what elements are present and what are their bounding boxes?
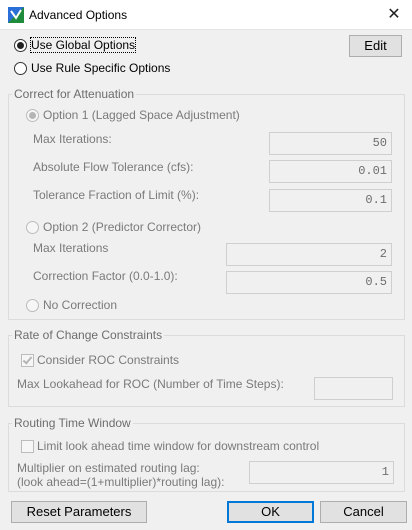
- window-title: Advanced Options: [29, 8, 128, 22]
- tolerance-fraction-label: Tolerance Fraction of Limit (%):: [33, 188, 200, 202]
- limit-lookahead-label: Limit look ahead time window for downstr…: [37, 439, 320, 453]
- max-lookahead-field[interactable]: [314, 377, 393, 400]
- option2-max-iterations-label: Max Iterations: [33, 241, 109, 255]
- flow-tolerance-field[interactable]: 0.01: [269, 160, 392, 183]
- no-correction-radio[interactable]: [26, 299, 39, 312]
- consider-roc-label: Consider ROC Constraints: [37, 353, 180, 367]
- use-rule-options-label[interactable]: Use Rule Specific Options: [31, 61, 170, 75]
- flow-tolerance-label: Absolute Flow Tolerance (cfs):: [33, 160, 194, 174]
- option2-label: Option 2 (Predictor Corrector): [43, 220, 202, 234]
- close-button[interactable]: ✕: [376, 0, 412, 30]
- no-correction-label: No Correction: [43, 298, 118, 312]
- consider-roc-checkbox[interactable]: [21, 354, 34, 367]
- use-global-options-radio[interactable]: [14, 39, 27, 52]
- correction-factor-label: Correction Factor (0.0-1.0):: [33, 269, 178, 283]
- checkmark-icon: [22, 354, 33, 365]
- roc-legend: Rate of Change Constraints: [12, 328, 165, 342]
- option1-max-iterations-field[interactable]: 50: [269, 132, 392, 155]
- tolerance-fraction-field[interactable]: 0.1: [269, 189, 392, 212]
- use-global-options-label[interactable]: Use Global Options: [29, 37, 137, 53]
- routing-legend: Routing Time Window: [12, 416, 133, 430]
- limit-lookahead-checkbox[interactable]: [21, 440, 34, 453]
- reset-parameters-button[interactable]: Reset Parameters: [11, 501, 147, 523]
- option1-radio[interactable]: [26, 109, 39, 122]
- app-icon: [8, 7, 24, 23]
- use-rule-options-radio[interactable]: [14, 62, 27, 75]
- ok-button[interactable]: OK: [227, 501, 314, 523]
- close-icon: ✕: [387, 6, 401, 23]
- edit-button[interactable]: Edit: [349, 35, 402, 57]
- multiplier-label-line1: Multiplier on estimated routing lag:: [17, 461, 200, 475]
- option2-radio[interactable]: [26, 221, 39, 234]
- multiplier-label-line2: (look ahead=(1+multiplier)*routing lag):: [17, 475, 225, 489]
- cancel-button[interactable]: Cancel: [320, 501, 407, 523]
- option1-max-iterations-label: Max Iterations:: [33, 132, 112, 146]
- attenuation-legend: Correct for Attenuation: [12, 87, 137, 101]
- title-bar: Advanced Options ✕: [0, 0, 412, 30]
- max-lookahead-label: Max Lookahead for ROC (Number of Time St…: [17, 377, 284, 391]
- option2-max-iterations-field[interactable]: 2: [226, 243, 392, 266]
- correction-factor-field[interactable]: 0.5: [226, 271, 392, 294]
- option1-label: Option 1 (Lagged Space Adjustment): [43, 108, 240, 122]
- multiplier-field[interactable]: 1: [249, 461, 394, 484]
